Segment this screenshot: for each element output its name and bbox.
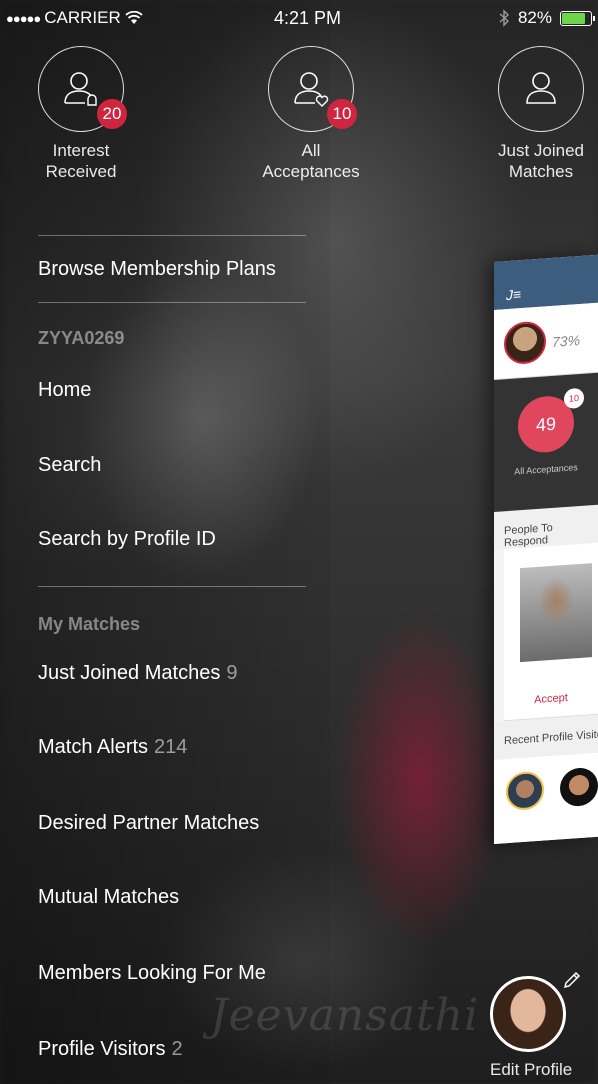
all-acceptances-button[interactable]: 10 All Acceptances	[236, 46, 386, 182]
signal-dots-icon: ●●●●●	[6, 10, 41, 26]
respond-card: Accept	[504, 542, 598, 722]
interest-received-circle: 20	[38, 46, 127, 132]
recent-visitors-row	[494, 752, 598, 845]
all-acceptances-label: All Acceptances	[262, 141, 360, 181]
menu-mutual-matches[interactable]: Mutual Matches	[38, 886, 179, 909]
user-id: ZYYA0269	[38, 328, 125, 348]
just-joined-circle	[498, 46, 584, 132]
browse-membership-plans[interactable]: Browse Membership Plans	[38, 258, 276, 281]
wifi-icon	[125, 11, 143, 24]
preview-header: J≡	[494, 254, 598, 310]
acceptances-badge: 10	[564, 387, 584, 410]
divider	[38, 586, 306, 587]
respond-photo	[520, 563, 592, 663]
carrier: ●●●●● CARRIER	[6, 8, 143, 28]
menu-item-count: 9	[226, 662, 238, 684]
menu-item-label: Match Alerts	[38, 736, 149, 758]
divider	[38, 235, 306, 236]
app-logo-icon: J≡	[506, 286, 522, 304]
pencil-icon[interactable]	[562, 970, 582, 990]
menu-members-looking-for-me[interactable]: Members Looking For Me	[38, 962, 266, 985]
just-joined-label: Just Joined Matches	[498, 141, 584, 181]
accept-button[interactable]: Accept	[504, 690, 598, 709]
menu-desired-partner-matches[interactable]: Desired Partner Matches	[38, 812, 259, 835]
edit-profile-avatar[interactable]	[490, 976, 566, 1052]
main-screen-preview[interactable]: J≡ 73% 49 10 All Acceptances People To R…	[494, 254, 598, 845]
profile-completion: 73%	[552, 331, 581, 350]
my-matches-header: My Matches	[38, 614, 141, 634]
battery-icon	[560, 10, 595, 26]
visitor-avatar	[560, 766, 598, 808]
visitor-avatar	[506, 770, 544, 812]
divider	[38, 302, 306, 303]
menu-search[interactable]: Search	[38, 454, 101, 477]
user-icon	[526, 72, 556, 104]
battery-percent: 82%	[517, 8, 552, 27]
interest-received-label: Interest Received	[45, 141, 117, 181]
user-bell-icon	[64, 72, 97, 106]
carrier-name: CARRIER	[44, 8, 121, 27]
interest-received-button[interactable]: 20 Interest Received	[6, 46, 156, 182]
menu-item-count: 214	[154, 736, 188, 758]
menu-item-count: 2	[171, 1038, 183, 1060]
all-acceptances-badge: 10	[327, 99, 357, 129]
just-joined-button[interactable]: Just Joined Matches	[466, 46, 598, 182]
preview-avatar	[504, 320, 546, 366]
acceptances-label: All Acceptances	[514, 462, 578, 477]
clock: 4:21 PM	[274, 8, 342, 28]
status-bar: ●●●●● CARRIER 4:21 PM 82%	[0, 0, 598, 36]
menu-home[interactable]: Home	[38, 379, 91, 402]
preview-profile-row: 73%	[494, 302, 598, 380]
edit-profile-label[interactable]: Edit Profile	[490, 1060, 572, 1080]
status-right: 82%	[498, 8, 595, 28]
all-acceptances-circle: 10	[268, 46, 357, 132]
menu-item-label: Profile Visitors	[38, 1038, 166, 1060]
background-logo: Jeevansathi	[210, 990, 480, 1041]
menu-just-joined-matches[interactable]: Just Joined Matches 9	[38, 662, 237, 685]
battery-fill	[562, 12, 585, 24]
interest-received-badge: 20	[97, 99, 127, 129]
preview-acceptances: 49 10 All Acceptances	[494, 372, 598, 512]
menu-item-label: Just Joined Matches	[38, 662, 221, 684]
menu-profile-visitors[interactable]: Profile Visitors 2	[38, 1038, 183, 1061]
bluetooth-icon	[499, 9, 509, 27]
user-heart-icon	[294, 72, 329, 107]
menu-match-alerts[interactable]: Match Alerts 214	[38, 736, 187, 759]
menu-search-by-profile-id[interactable]: Search by Profile ID	[38, 528, 216, 551]
